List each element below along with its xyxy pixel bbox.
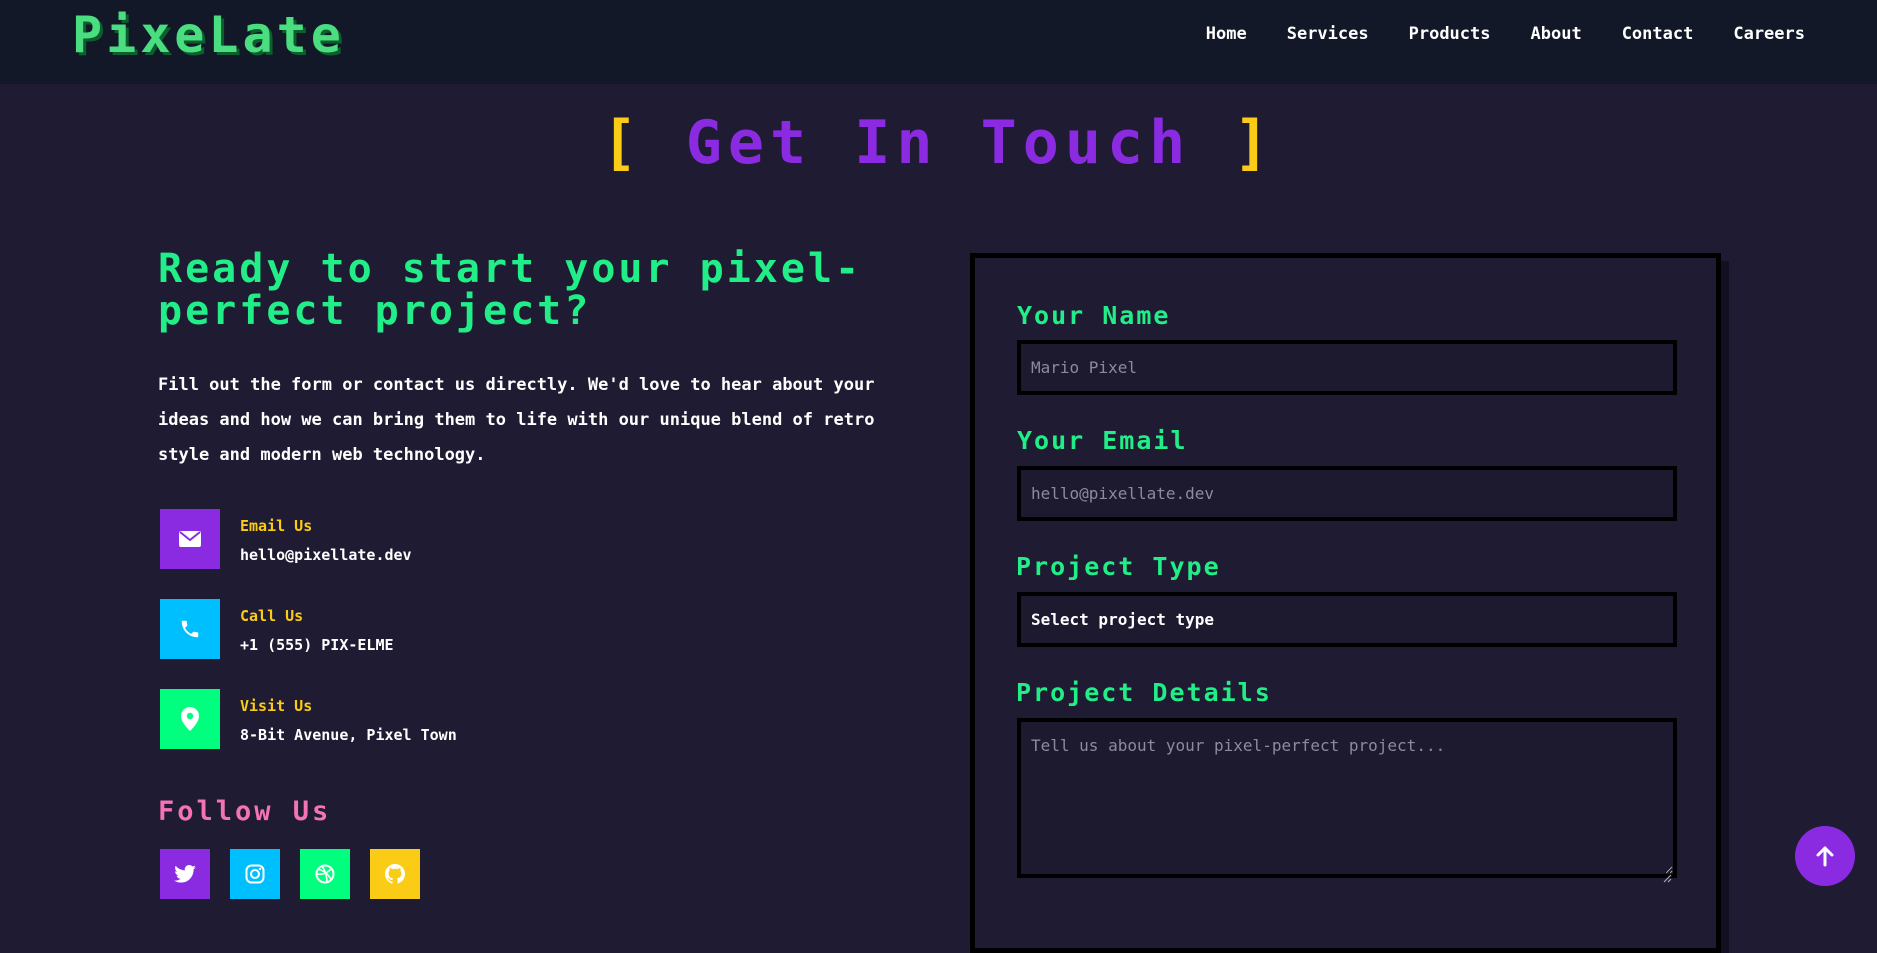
contact-value: 8-Bit Avenue, Pixel Town xyxy=(240,726,457,744)
contact-form: Your Name Your Email Project Type Select… xyxy=(970,253,1721,953)
contact-info: Ready to start your pixel-perfect projec… xyxy=(158,246,918,899)
contact-label: Visit Us xyxy=(240,697,313,715)
intro-heading: Ready to start your pixel-perfect projec… xyxy=(158,246,863,334)
main-nav: Home Services Products About Contact Car… xyxy=(1206,24,1805,44)
contact-value[interactable]: +1 (555) PIX-ELME xyxy=(240,636,394,654)
envelope-icon xyxy=(160,509,220,569)
contact-label: Call Us xyxy=(240,607,304,625)
name-input[interactable] xyxy=(1017,340,1677,395)
nav-item-home[interactable]: Home xyxy=(1206,24,1247,44)
resize-grip-icon[interactable] xyxy=(1662,873,1672,883)
contact-value[interactable]: hello@pixellate.dev xyxy=(240,546,412,564)
title-bracket-close: ] xyxy=(1233,108,1276,178)
github-icon[interactable] xyxy=(370,849,420,899)
brand-logo[interactable]: PixeLate xyxy=(72,6,345,64)
project-type-label: Project Type xyxy=(1016,552,1221,581)
project-details-label: Project Details xyxy=(1016,678,1272,707)
intro-paragraph: Fill out the form or contact us directly… xyxy=(158,375,875,465)
site-header: PixeLate Home Services Products About Co… xyxy=(0,0,1877,84)
email-label: Your Email xyxy=(1017,426,1188,455)
social-links xyxy=(160,849,420,899)
name-label: Your Name xyxy=(1017,301,1171,330)
contact-item-email: Email Us hello@pixellate.dev xyxy=(158,509,658,569)
project-type-selected: Select project type xyxy=(1031,610,1215,629)
contact-item-phone: Call Us +1 (555) PIX-ELME xyxy=(158,599,658,659)
instagram-icon[interactable] xyxy=(230,849,280,899)
phone-icon xyxy=(160,599,220,659)
title-bracket-open: [ xyxy=(601,108,644,178)
dribbble-icon[interactable] xyxy=(300,849,350,899)
contact-label: Email Us xyxy=(240,517,313,535)
scroll-to-top-button[interactable] xyxy=(1795,826,1855,886)
nav-item-services[interactable]: Services xyxy=(1287,24,1369,44)
contact-item-address: Visit Us 8-Bit Avenue, Pixel Town xyxy=(158,689,658,749)
map-pin-icon xyxy=(160,689,220,749)
nav-item-products[interactable]: Products xyxy=(1409,24,1491,44)
project-details-textarea[interactable] xyxy=(1017,718,1677,878)
nav-item-about[interactable]: About xyxy=(1531,24,1582,44)
email-input[interactable] xyxy=(1017,466,1677,521)
twitter-icon[interactable] xyxy=(160,849,210,899)
arrow-up-icon xyxy=(1816,846,1834,867)
nav-item-contact[interactable]: Contact xyxy=(1622,24,1694,44)
project-type-select[interactable]: Select project type xyxy=(1017,592,1677,647)
section-title: [ Get In Touch ] xyxy=(0,108,1877,178)
nav-item-careers[interactable]: Careers xyxy=(1733,24,1805,44)
follow-heading: Follow Us xyxy=(158,796,332,827)
title-text: Get In Touch xyxy=(685,108,1192,178)
